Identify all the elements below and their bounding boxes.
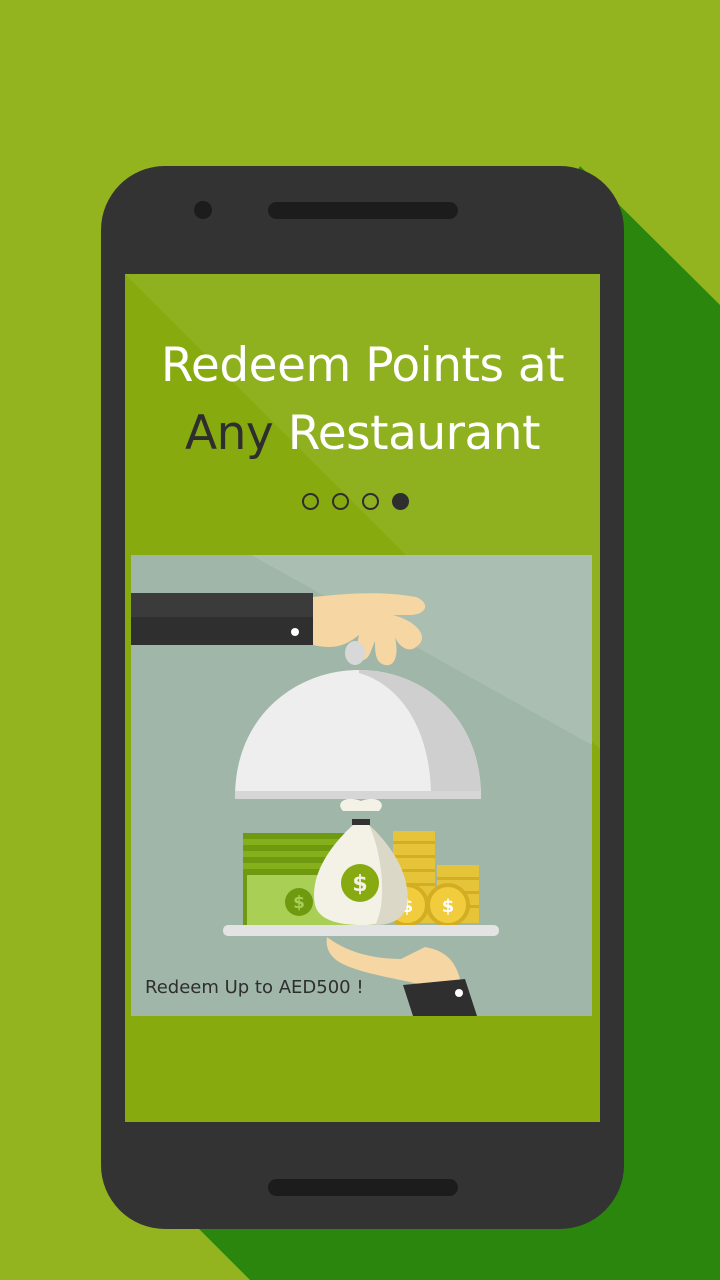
headline-emphasis: Any <box>184 406 274 461</box>
svg-text:$: $ <box>442 896 455 917</box>
waiter-hand-icon <box>131 593 426 666</box>
illustration-art: $ $ $ $ <box>131 555 592 1016</box>
illustration-caption: Redeem Up to AED500 ! <box>145 977 364 998</box>
serving-cloche-icon <box>235 670 481 799</box>
headline-line-1: Redeem Points at <box>160 338 565 393</box>
phone-speaker-top <box>268 202 458 219</box>
page-dot-1[interactable] <box>302 493 319 510</box>
phone-mockup: Redeem Points at Any Restaurant $ $ $ $ … <box>101 166 624 1229</box>
page-dot-3[interactable] <box>362 493 379 510</box>
onboarding-screen[interactable]: Redeem Points at Any Restaurant $ $ $ $ … <box>125 274 600 1122</box>
page-dot-2[interactable] <box>332 493 349 510</box>
phone-speaker-bottom <box>268 1179 458 1196</box>
page-title: Redeem Points at Any Restaurant <box>125 332 600 468</box>
illustration-card: $ $ $ $ Redeem Up to AED500 ! <box>131 555 592 1016</box>
svg-text:$: $ <box>352 872 367 897</box>
camera-icon <box>194 201 212 219</box>
headline-line-2: Any Restaurant <box>125 400 600 468</box>
page-indicator <box>302 493 409 513</box>
headline-rest: Restaurant <box>273 406 541 461</box>
svg-text:$: $ <box>293 893 305 913</box>
money-bag-icon: $ <box>313 798 408 925</box>
page-dot-4-active[interactable] <box>392 493 409 510</box>
serving-tray-icon <box>223 925 499 936</box>
